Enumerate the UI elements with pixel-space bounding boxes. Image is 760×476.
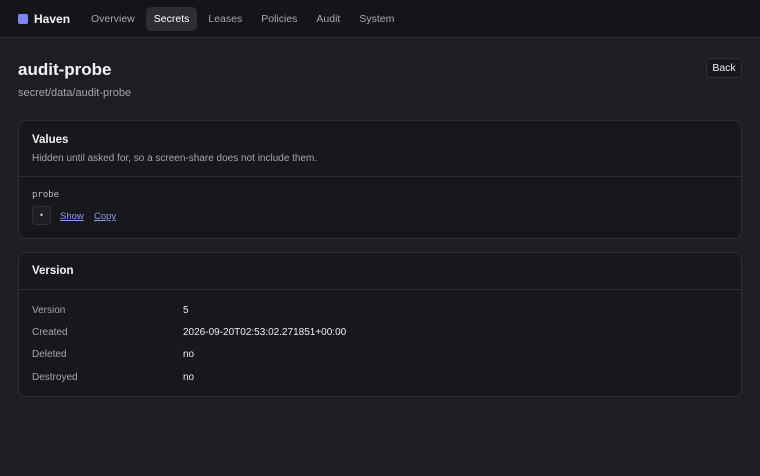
tab-audit[interactable]: Audit [308,7,348,31]
tab-policies[interactable]: Policies [253,7,305,31]
secret-path: secret/data/audit-probe [18,87,132,99]
copy-secret-link[interactable]: Copy [94,211,116,222]
version-card-title: Version [32,265,74,277]
values-card: Values Hidden until asked for, so a scre… [18,120,742,239]
values-card-divider [19,176,741,177]
tab-leases[interactable]: Leases [200,7,250,31]
values-card-description: Hidden until asked for, so a screen-shar… [32,153,318,164]
version-card-divider [19,289,741,290]
created-value: 2026-09-20T02:53:02.271851+00:00 [183,327,347,338]
values-card-title: Values [32,134,69,146]
back-button[interactable]: Back [706,58,742,78]
show-secret-link[interactable]: Show [60,211,84,222]
top-navigation-bar: Haven Overview Secrets Leases Policies A… [0,0,760,38]
version-value: 5 [183,305,189,316]
deleted-label: Deleted [32,349,67,360]
brand-name: Haven [34,12,71,26]
version-card: Version Version 5 Created 2026-09-20T02:… [18,252,742,397]
masked-secret-value: • [32,206,51,225]
destroyed-label: Destroyed [32,372,78,383]
tab-overview[interactable]: Overview [83,7,143,31]
destroyed-value: no [183,372,195,383]
tab-secrets[interactable]: Secrets [145,7,198,31]
brand[interactable]: Haven [18,0,70,38]
haven-logo-icon [18,14,28,24]
main-nav: Overview Secrets Leases Policies Audit S… [83,7,405,31]
deleted-value: no [183,349,195,360]
tab-system[interactable]: System [351,7,402,31]
secret-key-label: probe [32,190,60,200]
created-label: Created [32,327,68,338]
version-label: Version [32,305,66,316]
page-title: audit-probe [18,60,112,79]
